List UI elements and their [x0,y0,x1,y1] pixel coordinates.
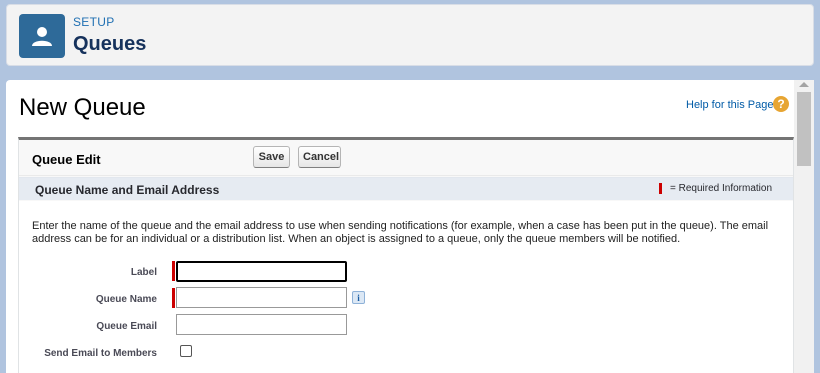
queue-name-required-mark [172,288,175,308]
label-field-label: Label [130,267,157,278]
queue-name-input[interactable] [176,287,347,308]
question-icon[interactable]: ? [773,96,789,112]
send-email-field-label: Send Email to Members [44,348,157,359]
setup-label: SETUP [73,15,115,29]
queue-edit-block: Queue Edit Save Cancel Queue Name and Em… [18,137,794,373]
intro-text: Enter the name of the queue and the emai… [32,220,769,245]
required-info-text: = Required Information [670,183,773,194]
queue-user-icon [19,14,65,58]
send-email-checkbox[interactable] [180,345,192,357]
save-button[interactable]: Save [253,146,290,168]
section-body: Enter the name of the queue and the emai… [19,201,793,373]
required-indicator [659,183,662,194]
main-panel: New Queue Help for this Page ? Queue Edi… [6,80,814,373]
block-title: Queue Edit [32,152,101,167]
label-input[interactable] [176,261,347,282]
vertical-scrollbar[interactable] [794,80,814,373]
cancel-button[interactable]: Cancel [298,146,341,168]
scrollbar-thumb[interactable] [797,92,811,166]
section-title: Queue Name and Email Address [35,183,220,197]
section-header: Queue Name and Email Address = Required … [19,177,793,200]
info-icon[interactable]: i [352,291,365,304]
page-header: SETUP Queues [6,4,814,66]
scroll-up-arrow-icon[interactable] [799,82,809,87]
queue-email-field-label: Queue Email [96,321,157,332]
queue-name-field-label: Queue Name [95,294,157,305]
page-title: New Queue [19,94,146,121]
queue-email-input[interactable] [176,314,347,335]
header-title: Queues [73,33,147,55]
block-header: Queue Edit Save Cancel [19,140,793,176]
help-link[interactable]: Help for this Page [686,99,773,111]
label-required-mark [172,261,175,281]
